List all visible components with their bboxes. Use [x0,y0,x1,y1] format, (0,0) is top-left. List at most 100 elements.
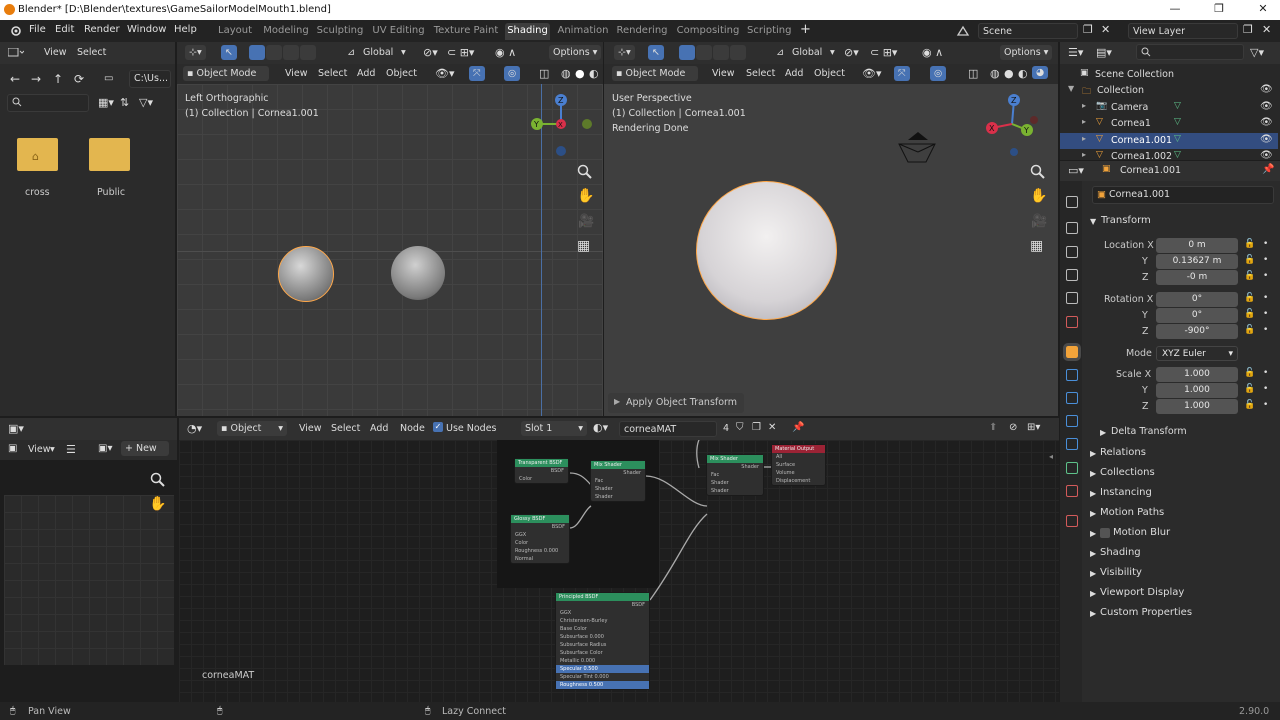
shading-material-icon[interactable]: ◐ [589,67,599,80]
object-name-field[interactable]: ▣ Cornea1.001 [1092,186,1274,204]
outliner-row[interactable]: ▸ ▽ Cornea1.001 👁 ▽ [1060,132,1278,149]
xray-icon[interactable]: ◫ [968,67,978,80]
mode-dropdown[interactable]: ▪ Object Mode [183,66,269,81]
select-mode-new-icon[interactable] [679,45,695,60]
material-name-field[interactable]: corneaMAT [619,421,717,437]
tab-shading[interactable]: Shading [505,23,550,40]
disclosure-triangle-icon[interactable]: ▸ [1082,101,1086,110]
delete-view-layer-icon[interactable]: ✕ [1262,23,1271,36]
ortho-grid-icon[interactable]: ▦ [1030,238,1043,254]
menu-window[interactable]: Window [127,24,166,35]
menu-add[interactable]: Add [785,68,803,79]
xray-icon[interactable]: ◫ [539,67,549,80]
material-tab-icon[interactable] [1066,485,1078,497]
node-glossy[interactable]: Glossy BSDF BSDF GGX Color Roughness 0.000 No… [510,514,570,564]
texture-tab-icon[interactable] [1066,515,1078,527]
selected-sphere-object[interactable] [278,246,334,302]
scale-x-field[interactable]: 1.000 [1156,367,1238,382]
tab-uv-editing[interactable]: UV Editing [371,23,426,40]
transform-pivot-icon[interactable]: ⊹▾ [614,45,635,60]
proportional-edit-icon[interactable]: ◉ ∧ [495,46,516,59]
back-arrow-icon[interactable]: ← [10,72,20,86]
outliner-row[interactable]: ▼ 🗀 Collection 👁 [1060,83,1278,99]
menu-file[interactable]: File [29,24,46,35]
object-tab-icon[interactable] [1063,343,1081,361]
blender-menu-icon[interactable] [9,25,22,37]
menu-view[interactable]: View [299,423,322,434]
proportional-edit-icon[interactable]: ◉ ∧ [922,46,943,59]
modifier-tab-icon[interactable] [1066,369,1078,381]
node-input-row[interactable]: Roughness 0.000 [511,547,569,555]
transform-panel-header[interactable]: Transform [1101,215,1151,226]
gizmo-toggle-icon[interactable]: ⤧ [894,66,910,81]
new-view-layer-icon[interactable]: ❐ [1243,23,1253,36]
pin-icon[interactable]: 📌 [1262,164,1274,175]
lock-icon[interactable]: 🔓 [1244,255,1255,265]
node-input-row[interactable]: Base Color [556,625,649,633]
tab-scripting[interactable]: Scripting [747,23,791,40]
lock-icon[interactable]: 🔓 [1244,400,1255,410]
select-mode-new-icon[interactable] [249,45,265,60]
hamburger-menu-icon[interactable]: ☰ [66,443,76,456]
node-output[interactable]: Material Output All Surface Volume Displacem… [771,444,826,486]
data-tab-icon[interactable] [1066,462,1078,474]
node-input-row[interactable]: Subsurface Color [556,649,649,657]
viewport-right[interactable]: ⊹▾ ↖ ⊿ Global ▾ ⊘▾ ⊂ ⊞▾ ◉ ∧ Options ▾ ▪ … [604,42,1058,416]
scene-icon[interactable] [956,24,970,38]
collapse-sidebar-icon[interactable]: ◂ [1049,452,1053,461]
menu-edit[interactable]: Edit [55,24,74,35]
sort-icon[interactable]: ⇅ [120,96,129,109]
eye-visibility-icon[interactable]: 👁 [1260,84,1273,95]
ortho-grid-icon[interactable]: ▦ [577,238,590,254]
menu-select[interactable]: Select [331,423,360,434]
folder-icon[interactable] [89,138,130,171]
outliner-search-input[interactable] [1136,44,1244,60]
view-layer-selector[interactable]: View Layer [1128,23,1238,39]
node-input-row[interactable]: Subsurface Radius [556,641,649,649]
rendered-sphere-object[interactable] [696,181,837,320]
constraints-tab-icon[interactable] [1066,438,1078,450]
node-input-row[interactable]: Shader [591,493,645,501]
node-input-row[interactable]: Normal [511,555,569,563]
scene-selector[interactable]: Scene [978,23,1078,39]
outliner-row[interactable]: ▸ ▽ Cornea1 👁 ▽ [1060,116,1278,132]
menu-help[interactable]: Help [174,24,197,35]
select-mode-extend-icon[interactable] [266,45,282,60]
editor-type-icon[interactable]: ☰▾ [1068,46,1083,59]
tab-compositing[interactable]: Compositing [675,23,741,40]
mode-dropdown[interactable]: ▪ Object Mode [612,66,698,81]
node-canvas[interactable]: Transparent BSDF BSDF Color Glossy BSDF BSDF… [179,440,1059,702]
node-input-row[interactable]: Shader [707,479,763,487]
parent-node-tree-icon[interactable]: ⬆ [989,422,997,433]
tab-layout[interactable]: Layout [214,23,256,40]
outliner-scene-collection[interactable]: ▣ Scene Collection [1060,67,1278,83]
directory-path-field[interactable]: C:\Us... [129,70,171,88]
menu-select[interactable]: Select [746,68,775,79]
disclosure-triangle-icon[interactable]: ▸ [1082,117,1086,126]
snap-icon[interactable]: ⊂ ⊞▾ [870,46,897,59]
node-mix2[interactable]: Mix Shader Shader Fac Shader Shader [706,454,764,496]
overlay-toggle-icon[interactable]: ◎ [504,66,521,81]
lock-icon[interactable]: 🔓 [1244,293,1255,303]
pan-hand-icon[interactable]: ✋ [1030,188,1047,204]
keyframe-dot-icon[interactable]: • [1263,384,1268,394]
snap-element-icon[interactable]: ⊞▾ [1027,422,1040,433]
editor-type-icon[interactable]: ▭▾ [1068,164,1084,177]
render-tab-icon[interactable] [1066,222,1078,234]
motion-blur-checkbox[interactable] [1100,528,1110,538]
disclosure-triangle-icon[interactable]: ▼ [1068,84,1074,93]
close-button[interactable]: ✕ [1248,2,1278,18]
lock-icon[interactable]: 🔓 [1244,325,1255,335]
file-item-label[interactable]: Public [97,187,125,198]
new-folder-icon[interactable]: ▭ [104,73,113,84]
select-tool-icon[interactable]: ↖ [648,45,664,60]
select-mode-extend-icon[interactable] [696,45,712,60]
zoom-icon[interactable] [150,472,165,487]
menu-view[interactable]: View [285,68,308,79]
gizmo-toggle-icon[interactable]: ⤧ [469,66,485,81]
node-input-row[interactable]: Shader [707,487,763,495]
image-canvas[interactable] [4,495,174,665]
scale-y-field[interactable]: 1.000 [1156,383,1238,398]
file-item-label[interactable]: cross [25,187,50,198]
node-input-row[interactable]: Surface [772,461,825,469]
